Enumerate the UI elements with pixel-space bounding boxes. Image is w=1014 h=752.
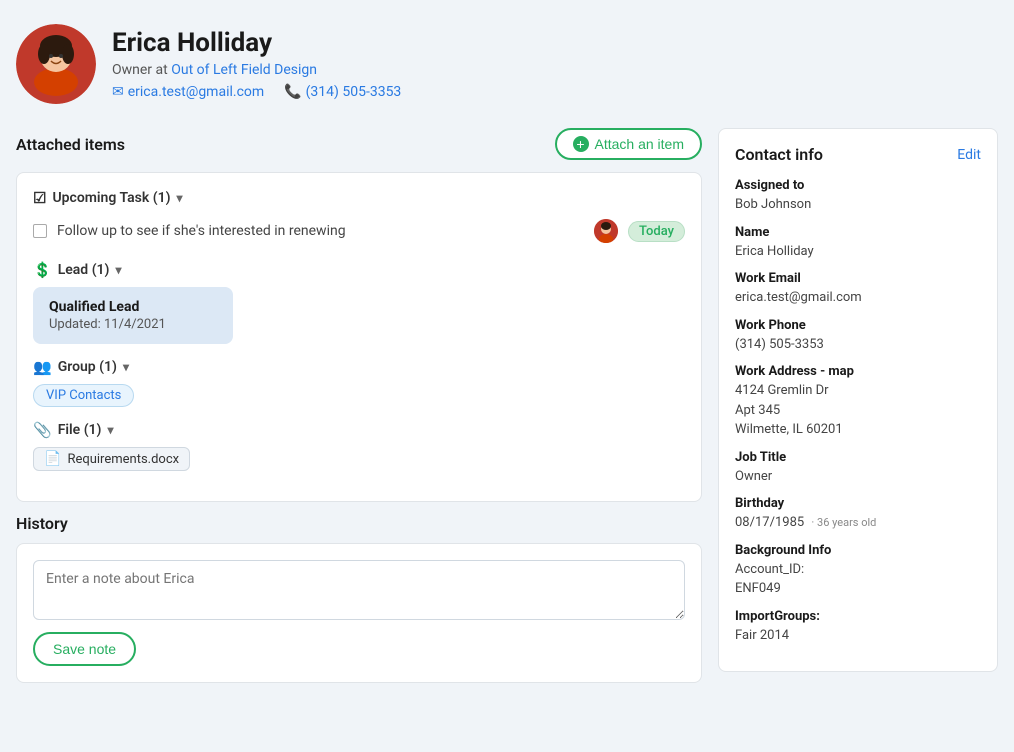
- assigned-to-label: Assigned to: [735, 178, 981, 193]
- history-title: History: [16, 514, 702, 533]
- history-card: Save note: [16, 543, 702, 683]
- email-row: ✉ erica.test@gmail.com: [112, 84, 264, 100]
- task-due-badge: Today: [628, 221, 685, 242]
- group-chevron-icon: ▾: [123, 360, 129, 374]
- lead-section: 💲 Lead (1) ▾ Qualified Lead Updated: 11/…: [33, 261, 685, 344]
- birthday-label: Birthday: [735, 496, 981, 511]
- work-email-label: Work Email: [735, 271, 981, 286]
- attached-items-card: ☑ Upcoming Task (1) ▾ Follow up to see i…: [16, 172, 702, 502]
- field-name: Name Erica Holliday: [735, 225, 981, 262]
- edit-contact-link[interactable]: Edit: [957, 147, 981, 163]
- work-address-label: Work Address - map: [735, 364, 981, 379]
- birthday-value: 08/17/1985 · 36 years old: [735, 513, 981, 533]
- lead-chevron-icon: ▾: [115, 263, 121, 277]
- task-section: ☑ Upcoming Task (1) ▾ Follow up to see i…: [33, 189, 685, 247]
- envelope-icon: ✉: [112, 84, 124, 100]
- task-icon: ☑: [33, 189, 46, 207]
- work-address-value: 4124 Gremlin DrApt 345Wilmette, IL 60201: [735, 381, 981, 440]
- attach-item-button[interactable]: + Attach an item: [555, 128, 703, 160]
- task-item-row: Follow up to see if she's interested in …: [33, 215, 685, 247]
- docx-icon: 📄: [44, 451, 61, 467]
- contact-info-card: Contact info Edit Assigned to Bob Johnso…: [718, 128, 998, 672]
- task-text: Follow up to see if she's interested in …: [57, 223, 584, 239]
- attach-button-label: Attach an item: [595, 136, 685, 152]
- profile-contact-row: ✉ erica.test@gmail.com 📞 (314) 505-3353: [112, 84, 401, 100]
- save-note-button[interactable]: Save note: [33, 632, 136, 666]
- task-chevron-icon: ▾: [176, 191, 182, 205]
- avatar: [16, 24, 96, 104]
- plus-icon: +: [573, 136, 589, 152]
- name-label: Name: [735, 225, 981, 240]
- attached-items-title: Attached items: [16, 135, 125, 154]
- group-section-header[interactable]: 👥 Group (1) ▾: [33, 358, 685, 376]
- task-label: Upcoming Task (1): [52, 190, 170, 206]
- group-tag[interactable]: VIP Contacts: [33, 384, 134, 407]
- job-title-label: Job Title: [735, 450, 981, 465]
- company-link[interactable]: Out of Left Field Design: [171, 62, 317, 78]
- profile-header: Erica Holliday Owner at Out of Left Fiel…: [16, 16, 998, 116]
- import-groups-value: Fair 2014: [735, 626, 981, 646]
- profile-subtitle: Owner at Out of Left Field Design: [112, 62, 401, 78]
- field-birthday: Birthday 08/17/1985 · 36 years old: [735, 496, 981, 533]
- group-label: Group (1): [58, 359, 117, 375]
- lead-section-header[interactable]: 💲 Lead (1) ▾: [33, 261, 685, 279]
- phone-row: 📞 (314) 505-3353: [284, 84, 401, 100]
- attached-items-section: Attached items + Attach an item ☑ Upcomi…: [16, 128, 702, 502]
- lead-card-updated: Updated: 11/4/2021: [49, 317, 217, 332]
- lead-card[interactable]: Qualified Lead Updated: 11/4/2021: [33, 287, 233, 344]
- main-layout: Attached items + Attach an item ☑ Upcomi…: [16, 128, 998, 683]
- birthday-date: 08/17/1985: [735, 515, 804, 530]
- import-groups-label: ImportGroups:: [735, 609, 981, 624]
- file-tag[interactable]: 📄 Requirements.docx: [33, 447, 190, 471]
- field-work-email: Work Email erica.test@gmail.com: [735, 271, 981, 308]
- note-textarea[interactable]: [33, 560, 685, 620]
- task-checkbox[interactable]: [33, 224, 47, 238]
- profile-info: Erica Holliday Owner at Out of Left Fiel…: [112, 28, 401, 100]
- group-section: 👥 Group (1) ▾ VIP Contacts: [33, 358, 685, 407]
- background-info-label: Background Info: [735, 543, 981, 558]
- file-chevron-icon: ▾: [107, 423, 113, 437]
- lead-icon: 💲: [33, 261, 52, 279]
- history-section: History Save note: [16, 514, 702, 683]
- task-section-header[interactable]: ☑ Upcoming Task (1) ▾: [33, 189, 685, 207]
- assigned-to-value: Bob Johnson: [735, 195, 981, 215]
- field-background-info: Background Info Account_ID:ENF049: [735, 543, 981, 599]
- email-link[interactable]: erica.test@gmail.com: [128, 84, 264, 100]
- contact-info-header: Contact info Edit: [735, 145, 981, 164]
- filename: Requirements.docx: [67, 452, 179, 467]
- field-job-title: Job Title Owner: [735, 450, 981, 487]
- left-column: Attached items + Attach an item ☑ Upcomi…: [16, 128, 702, 683]
- background-info-value: Account_ID:ENF049: [735, 560, 981, 599]
- work-phone-value: (314) 505-3353: [735, 335, 981, 355]
- field-import-groups: ImportGroups: Fair 2014: [735, 609, 981, 646]
- field-work-phone: Work Phone (314) 505-3353: [735, 318, 981, 355]
- name-value: Erica Holliday: [735, 242, 981, 262]
- age-note: · 36 years old: [811, 516, 876, 529]
- work-email-value: erica.test@gmail.com: [735, 288, 981, 308]
- file-section: 📎 File (1) ▾ 📄 Requirements.docx: [33, 421, 685, 471]
- file-label: File (1): [58, 422, 102, 438]
- job-title-value: Owner: [735, 467, 981, 487]
- group-icon: 👥: [33, 358, 52, 376]
- file-icon: 📎: [33, 421, 52, 439]
- lead-card-title: Qualified Lead: [49, 299, 217, 315]
- phone-value: (314) 505-3353: [306, 84, 402, 100]
- profile-name: Erica Holliday: [112, 28, 401, 58]
- field-assigned-to: Assigned to Bob Johnson: [735, 178, 981, 215]
- attached-items-header: Attached items + Attach an item: [16, 128, 702, 160]
- lead-label: Lead (1): [58, 262, 110, 278]
- field-work-address: Work Address - map 4124 Gremlin DrApt 34…: [735, 364, 981, 440]
- file-section-header[interactable]: 📎 File (1) ▾: [33, 421, 685, 439]
- contact-info-title: Contact info: [735, 145, 823, 164]
- work-phone-label: Work Phone: [735, 318, 981, 333]
- task-assignee-avatar: [594, 219, 618, 243]
- right-column: Contact info Edit Assigned to Bob Johnso…: [718, 128, 998, 672]
- phone-icon: 📞: [284, 84, 301, 100]
